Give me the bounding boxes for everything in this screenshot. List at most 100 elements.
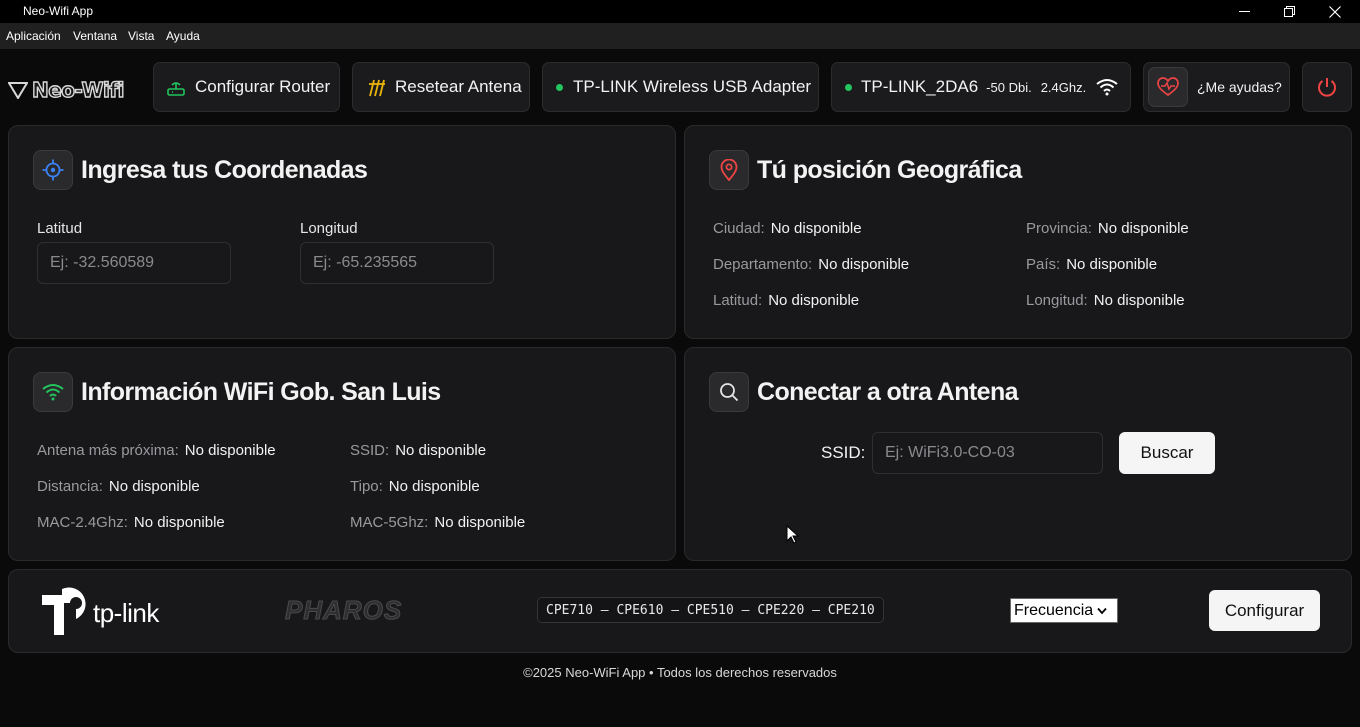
geo-province-value: No disponible <box>1097 220 1189 237</box>
wifi-distance: Distancia: No disponible <box>37 478 200 495</box>
connect-ssid-label: SSID: <box>821 443 866 462</box>
reset-antenna-label: Resetear Antena <box>395 77 522 96</box>
search-button[interactable]: Buscar <box>1119 432 1215 474</box>
wifi-ssid: SSID: No disponible <box>350 442 486 459</box>
menu-bar: Aplicación Ventana Vista Ayuda <box>0 23 1360 49</box>
wifi-distance-value: No disponible <box>108 478 200 495</box>
geo-city: Ciudad: No disponible <box>713 220 862 237</box>
map-pin-icon <box>720 159 738 181</box>
geo-longitude-label: Longitud: <box>1026 292 1088 309</box>
search-icon <box>720 383 739 402</box>
tplink-text: tp-link <box>93 597 159 628</box>
frequency-select[interactable]: Frecuencia <box>1010 598 1118 623</box>
window-titlebar: Neo-Wifi App <box>0 0 1360 23</box>
menu-ayuda[interactable]: Ayuda <box>166 29 200 43</box>
tplink-logo-icon <box>42 587 86 635</box>
wifi-type-value: No disponible <box>388 478 480 495</box>
geo-longitude-value: No disponible <box>1093 292 1185 309</box>
help-icon-box <box>1148 67 1188 107</box>
minimize-icon <box>1238 11 1250 12</box>
configure-router-label: Configurar Router <box>195 77 331 96</box>
reset-antenna-button[interactable]: Resetear Antena <box>352 62 530 112</box>
latitude-input[interactable] <box>37 242 231 284</box>
heart-pulse-icon <box>1157 77 1179 97</box>
tplink-logo: tp-link <box>38 585 159 637</box>
wifi-info-icon-box <box>33 372 73 412</box>
menu-aplicacion[interactable]: Aplicación <box>6 29 61 43</box>
geo-latitude-value: No disponible <box>768 292 860 309</box>
wifi-distance-label: Distancia: <box>37 478 103 495</box>
restore-icon <box>1283 6 1295 17</box>
connect-antenna-card: Conectar a otra Antena SSID: Buscar <box>684 347 1352 561</box>
wifi-info-card: Información WiFi Gob. San Luis Antena má… <box>8 347 676 561</box>
longitude-input[interactable] <box>300 242 494 284</box>
geo-icon-box <box>709 150 749 190</box>
geo-department-label: Departamento: <box>713 256 813 273</box>
app-content: Neo-Wifi Configurar Router Resetear Ante… <box>0 49 1360 727</box>
connect-title: Conectar a otra Antena <box>757 378 1019 406</box>
connect-ssid-input[interactable] <box>872 432 1103 474</box>
coordinates-card: Ingresa tus Coordenadas Latitud Longitud <box>8 125 676 339</box>
geo-country-label: País: <box>1026 256 1061 273</box>
configure-router-button[interactable]: Configurar Router <box>153 62 340 112</box>
wifi-mac-5: MAC-5Ghz: No disponible <box>350 514 525 531</box>
wifi-mac-5-label: MAC-5Ghz: <box>350 514 429 531</box>
geo-latitude-label: Latitud: <box>713 292 763 309</box>
signal-strength: -50 Dbi. <box>986 79 1032 95</box>
geo-department-value: No disponible <box>818 256 910 273</box>
wifi-ssid-value: No disponible <box>395 442 487 459</box>
chevron-down-icon <box>1097 607 1107 614</box>
power-button[interactable] <box>1302 62 1352 112</box>
copyright-footer: ©2025 Neo-WiFi App • Todos los derechos … <box>523 665 837 680</box>
antenna-icon <box>369 79 385 97</box>
network-name: TP-LINK_2DA6 <box>861 77 979 96</box>
menu-vista[interactable]: Vista <box>128 29 154 43</box>
mouse-cursor-icon <box>786 525 800 544</box>
configure-button[interactable]: Configurar <box>1209 590 1320 631</box>
wifi-type-label: Tipo: <box>350 478 383 495</box>
longitude-label: Longitud <box>300 220 358 237</box>
close-button[interactable] <box>1312 0 1358 23</box>
band-label: 2.4Ghz. <box>1040 79 1087 95</box>
supported-models: CPE710 – CPE610 – CPE510 – CPE220 – CPE2… <box>537 597 884 623</box>
minimize-button[interactable] <box>1221 0 1267 23</box>
wifi-mac-5-value: No disponible <box>434 514 526 531</box>
wifi-ssid-label: SSID: <box>350 442 390 459</box>
geo-city-label: Ciudad: <box>713 220 765 237</box>
crosshair-icon <box>42 159 64 181</box>
adapter-status-dot <box>556 83 563 91</box>
router-icon <box>167 82 185 96</box>
pharos-logo-text: PHAROS <box>284 595 403 626</box>
connect-icon-box <box>709 372 749 412</box>
wifi-nearest-antenna: Antena más próxima: No disponible <box>37 442 276 459</box>
adapter-status[interactable]: TP-LINK Wireless USB Adapter <box>542 62 819 112</box>
wifi-info-title: Información WiFi Gob. San Luis <box>81 378 441 406</box>
coordinates-title: Ingresa tus Coordenadas <box>81 156 368 184</box>
geo-department: Departamento: No disponible <box>713 256 909 273</box>
geo-title: Tú posición Geográfica <box>757 156 1022 184</box>
triangle-logo-icon <box>8 82 28 99</box>
geo-country-value: No disponible <box>1066 256 1158 273</box>
frequency-select-value: Frecuencia <box>1014 601 1094 619</box>
geo-country: País: No disponible <box>1026 256 1157 273</box>
bottom-bar: tp-link PHAROS CPE710 – CPE610 – CPE510 … <box>8 569 1352 653</box>
wifi-mac-24-label: MAC-2.4Ghz: <box>37 514 128 531</box>
network-status[interactable]: TP-LINK_2DA6 -50 Dbi. 2.4Ghz. <box>831 62 1131 112</box>
wifi-icon <box>42 384 64 401</box>
window-title: Neo-Wifi App <box>23 4 94 18</box>
latitude-label: Latitud <box>37 220 83 237</box>
wifi-mac-24: MAC-2.4Ghz: No disponible <box>37 514 225 531</box>
geo-longitude: Longitud: No disponible <box>1026 292 1185 309</box>
logo-text: Neo-Wifi <box>31 77 125 102</box>
help-button[interactable]: ¿Me ayudas? <box>1143 62 1290 112</box>
wifi-type: Tipo: No disponible <box>350 478 480 495</box>
network-status-dot <box>845 83 852 91</box>
coordinates-icon-box <box>33 150 73 190</box>
geo-city-value: No disponible <box>770 220 862 237</box>
menu-ventana[interactable]: Ventana <box>73 29 117 43</box>
power-icon <box>1318 78 1336 97</box>
maximize-button[interactable] <box>1266 0 1312 23</box>
adapter-name: TP-LINK Wireless USB Adapter <box>573 77 812 96</box>
wifi-nearest-antenna-value: No disponible <box>184 442 276 459</box>
help-label: ¿Me ayudas? <box>1197 79 1282 95</box>
